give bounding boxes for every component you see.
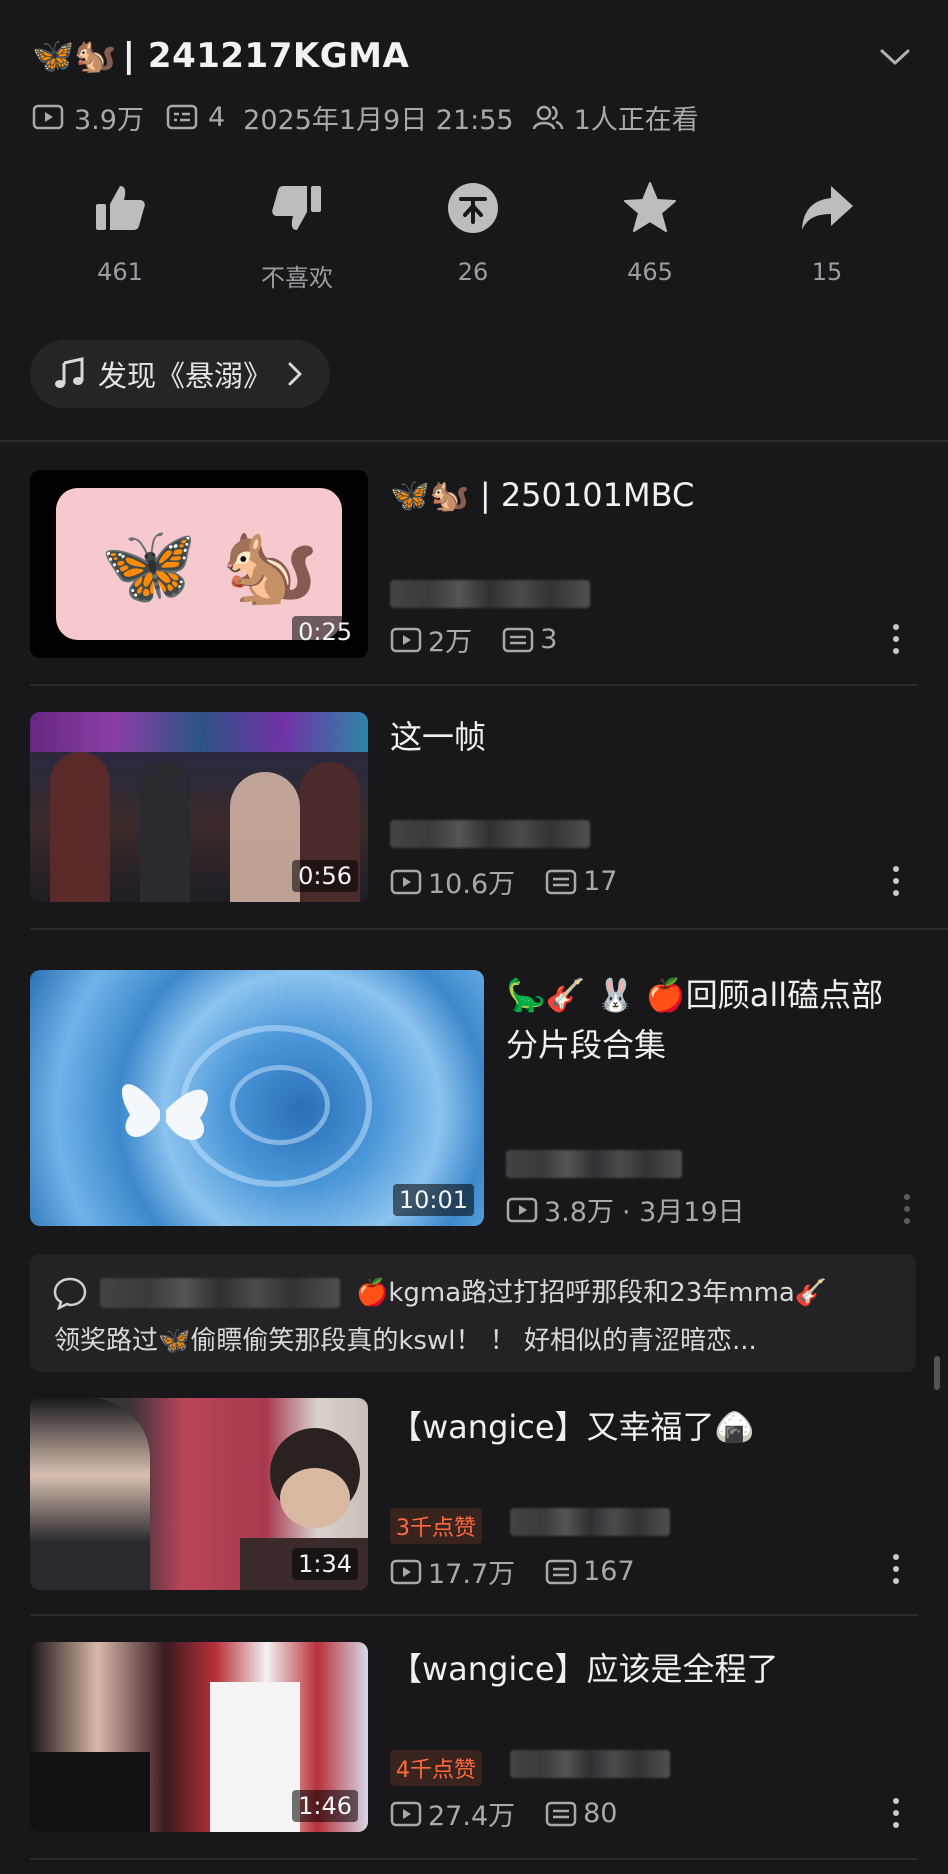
publish-datetime: 2025年1月9日 21:55 [243,104,514,136]
play-count-icon [390,627,422,652]
uploader-name-blurred [506,1150,682,1178]
video-title: 这一帧 [390,718,487,756]
view-count: 17.7万 [428,1559,516,1590]
danmaku-count: 3 [540,624,558,655]
view-count: 10.6万 [428,869,516,900]
video-stats: 17.7万 167 [390,1552,635,1591]
play-count-icon [390,869,422,894]
video-title-row: 🦋🐿️ | 241217KGMA [32,28,912,84]
list-divider [30,928,948,930]
action-bar: 461 不喜欢 26 465 15 [0,180,948,300]
uploader-name-blurred [390,820,590,848]
list-divider [30,684,918,686]
uploader-name-blurred [390,580,590,608]
scrollbar-thumb[interactable] [934,1356,940,1390]
view-count: 27.4万 [428,1801,516,1832]
danmaku-count: 17 [583,866,618,897]
more-options-icon[interactable] [891,864,901,898]
play-count-icon [390,1559,422,1584]
more-options-icon[interactable] [891,622,901,656]
coin-icon [448,183,498,233]
watching-count: 1人正在看 [573,104,699,136]
danmaku-icon [545,869,577,894]
coin-button[interactable]: 26 [408,180,538,286]
publish-date: · 3月19日 [621,1197,745,1228]
view-count: 3.8万 [544,1197,614,1228]
viewers-icon [532,105,563,130]
video-title: | 241217KGMA [122,36,410,76]
section-divider [0,440,948,442]
uploader-name-blurred [510,1508,670,1536]
danmaku-icon [545,1559,577,1584]
comment-preview[interactable]: 🍎kgma路过打招呼那段和23年mma🎸 领奖路过🦋偷瞟偷笑那段真的kswl！ … [30,1254,916,1372]
video-thumbnail: 0:56 [30,712,368,902]
thumbs-up-icon [96,186,145,230]
favorite-count: 465 [627,258,673,286]
video-stats: 10.6万 17 [390,862,617,901]
list-divider [30,1614,918,1616]
video-stats: 2万 3 [390,620,557,659]
video-title: 【wangice】应该是全程了 [390,1650,779,1688]
star-icon [624,182,676,232]
like-count: 461 [97,258,143,286]
danmaku-icon [166,104,198,130]
likes-badge: 3千点赞 [390,1508,482,1544]
video-duration: 1:46 [292,1790,358,1822]
danmaku-icon [545,1801,577,1826]
video-thumbnail: 1:34 [30,1398,368,1590]
view-count: 3.9万 [74,104,144,136]
view-count: 2万 [428,627,473,658]
video-duration: 10:01 [392,1184,474,1216]
more-options-icon[interactable] [891,1552,901,1586]
uploader-name-blurred [510,1750,670,1778]
video-stats: 3.8万 · 3月19日 [506,1190,745,1229]
video-meta: 3.9万 4 2025年1月9日 21:55 1人正在看 [32,96,699,138]
music-discover-pill[interactable]: 发现《悬溺》 [30,340,331,408]
danmaku-count: 167 [583,1556,635,1587]
play-count-icon [32,104,64,130]
play-count-icon [390,1801,422,1826]
favorite-button[interactable]: 465 [585,180,715,286]
music-note-icon [55,357,84,388]
danmaku-count: 80 [583,1798,618,1829]
comment-text-line2: 领奖路过🦋偷瞟偷笑那段真的kswl！ ！ 好相似的青涩暗恋... [54,1326,757,1356]
video-title: 🦋🐿️ | 250101MBC [390,476,695,514]
dislike-label: 不喜欢 [261,264,333,292]
play-count-icon [506,1197,538,1222]
danmaku-count: 4 [207,101,226,133]
thumbs-down-icon [272,186,321,230]
video-title-line2: 分片段合集 [506,1026,667,1064]
video-thumbnail: 🦋 🐿️ 0:25 [30,470,368,658]
commenter-name-blurred [100,1278,340,1308]
share-icon [802,186,853,230]
more-options-icon[interactable] [891,1796,901,1830]
music-label: 发现《悬溺》 [98,359,273,393]
title-emoji: 🦋🐿️ [32,36,117,76]
thumbnail-emoji: 🦋 🐿️ [100,521,320,611]
video-duration: 1:34 [292,1548,358,1580]
comment-icon [53,1277,87,1310]
more-options-icon[interactable] [902,1192,912,1226]
butterfly-graphic [121,1084,208,1140]
like-button[interactable]: 461 [55,180,185,286]
video-duration: 0:25 [292,616,358,648]
video-thumbnail: 10:01 [30,970,484,1226]
list-divider [30,1858,918,1860]
danmaku-icon [502,627,534,652]
video-thumbnail: 1:46 [30,1642,368,1832]
share-count: 15 [811,258,843,286]
chevron-down-icon[interactable] [878,40,912,74]
coin-count: 26 [457,258,489,286]
likes-badge: 4千点赞 [390,1750,482,1786]
video-title: 【wangice】又幸福了🍙 [390,1408,755,1446]
comment-text-line1: 🍎kgma路过打招呼那段和23年mma🎸 [356,1278,828,1308]
video-title-line1: 🦕🎸 🐰 🍎回顾all磕点部 [506,976,884,1014]
chevron-right-icon [288,362,302,386]
video-duration: 0:56 [292,860,358,892]
share-button[interactable]: 15 [762,180,892,286]
video-stats: 27.4万 80 [390,1794,617,1833]
dislike-button[interactable]: 不喜欢 [232,180,362,293]
